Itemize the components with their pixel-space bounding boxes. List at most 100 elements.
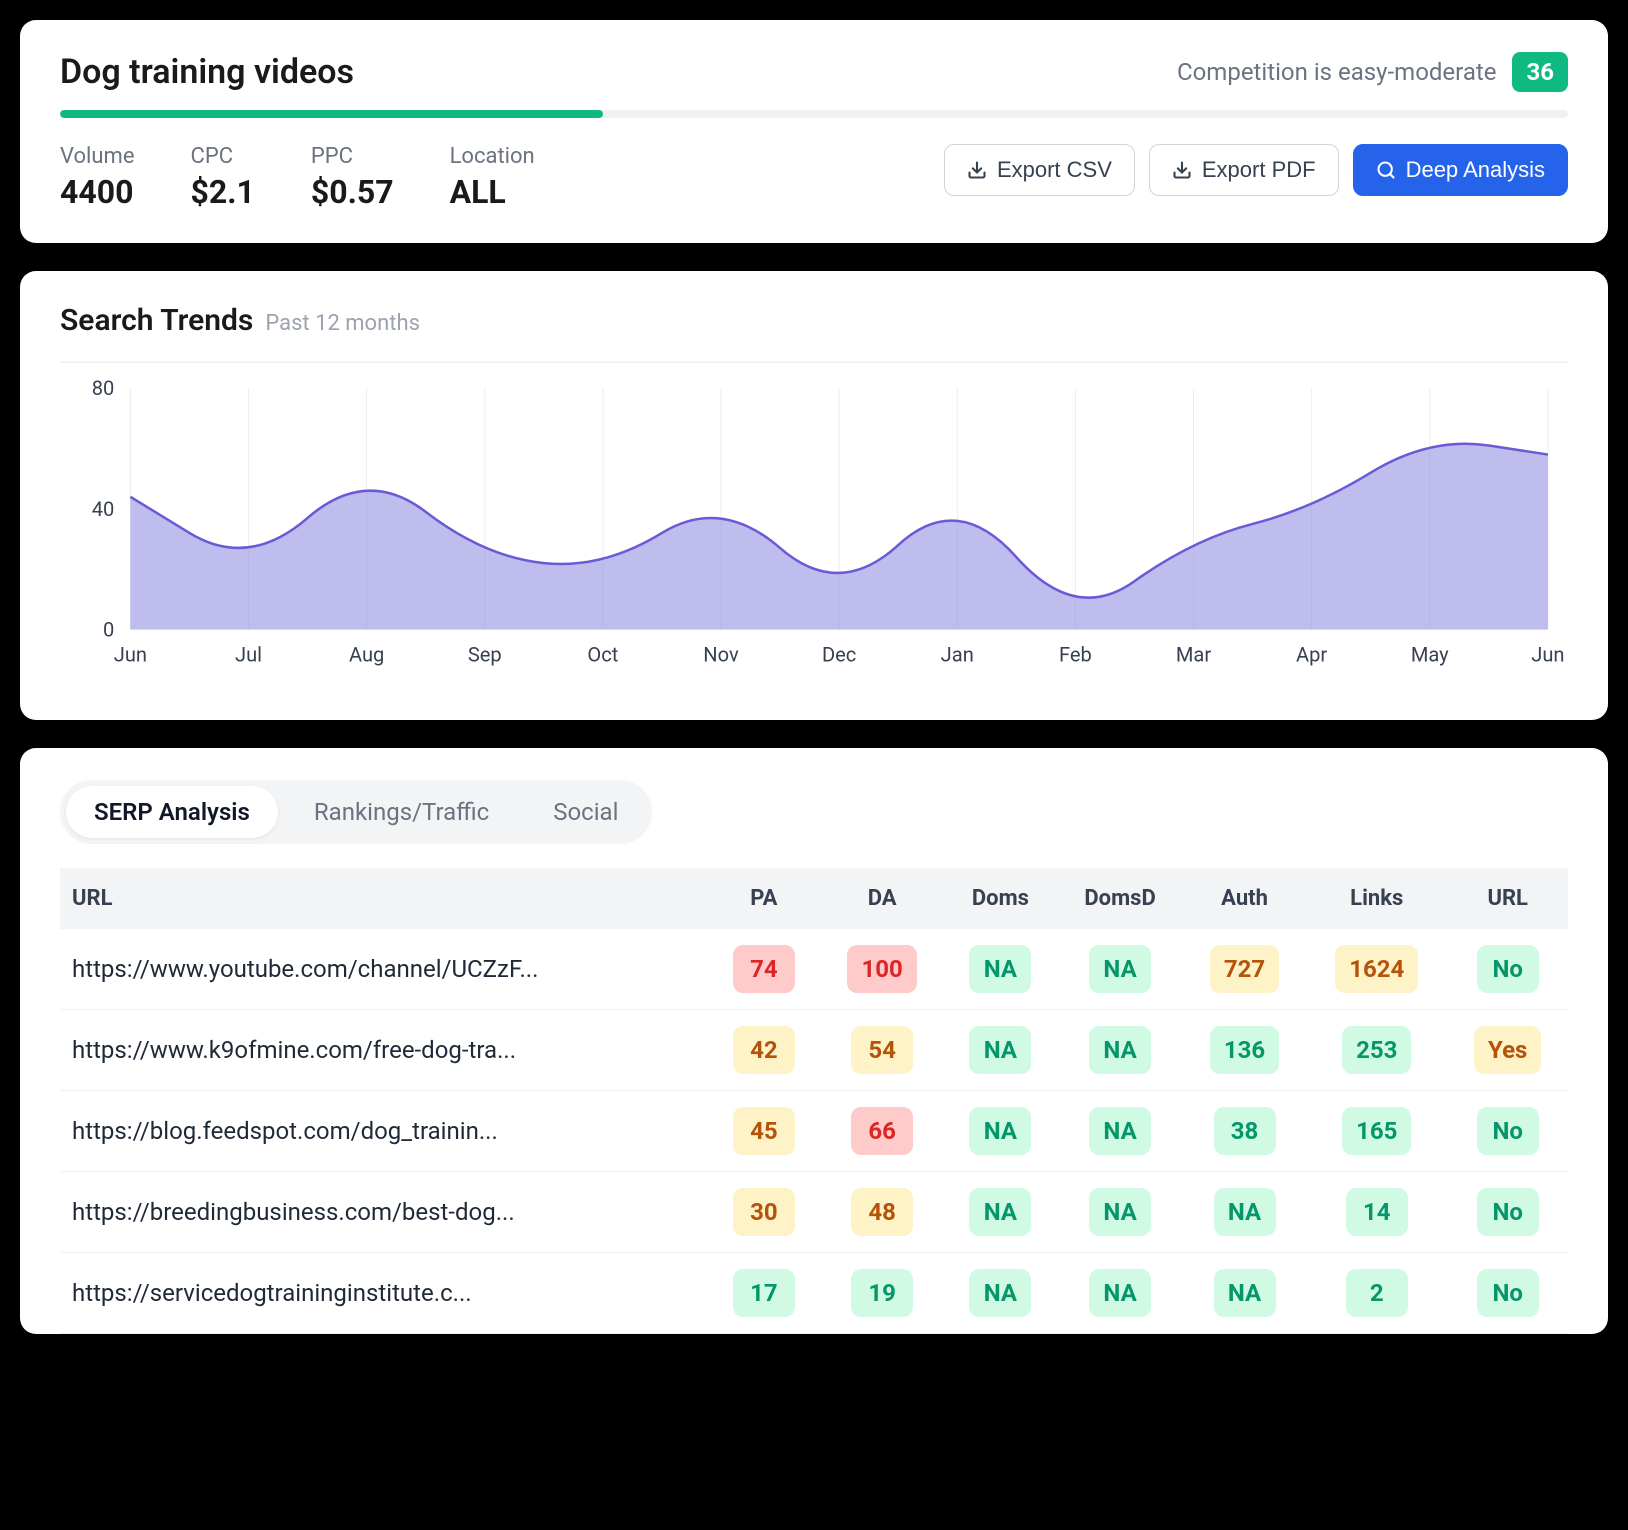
trends-chart-svg: 04080JunJulAugSepOctNovDecJanFebMarAprMa…: [60, 348, 1568, 680]
metric-cell: NA: [944, 929, 1057, 1010]
column-header: Links: [1306, 868, 1447, 929]
analysis-card: SERP AnalysisRankings/TrafficSocial URLP…: [20, 748, 1608, 1334]
summary-card: Dog training videos Competition is easy-…: [20, 20, 1608, 243]
value-pill: 19: [851, 1269, 913, 1317]
deep-analysis-label: Deep Analysis: [1406, 157, 1545, 183]
metric-cell: Yes: [1447, 1009, 1568, 1090]
table-row: https://breedingbusiness.com/best-dog...…: [60, 1171, 1568, 1252]
column-header: DomsD: [1057, 868, 1183, 929]
tab-social[interactable]: Social: [525, 786, 646, 838]
tab-rankings-traffic[interactable]: Rankings/Traffic: [286, 786, 517, 838]
svg-text:Feb: Feb: [1059, 643, 1092, 667]
search-icon: [1376, 160, 1396, 180]
column-header: URL: [1447, 868, 1568, 929]
value-pill: 100: [847, 945, 916, 993]
metric-cell: 48: [821, 1171, 944, 1252]
value-pill: 727: [1210, 945, 1279, 993]
export-csv-button[interactable]: Export CSV: [944, 144, 1135, 196]
metric-label: CPC: [191, 144, 255, 169]
table-row: https://servicedogtraininginstitute.c...…: [60, 1252, 1568, 1333]
column-header: URL: [60, 868, 707, 929]
download-icon: [967, 160, 987, 180]
metric-cell: NA: [1183, 1252, 1306, 1333]
value-pill: 48: [851, 1188, 913, 1236]
value-pill: NA: [969, 1107, 1031, 1155]
metric-cell: NA: [1057, 1171, 1183, 1252]
value-pill: Yes: [1474, 1026, 1541, 1074]
url-cell[interactable]: https://breedingbusiness.com/best-dog...: [60, 1171, 707, 1252]
value-pill: 66: [851, 1107, 913, 1155]
deep-analysis-button[interactable]: Deep Analysis: [1353, 144, 1568, 196]
metric-cell: 19: [821, 1252, 944, 1333]
svg-text:Aug: Aug: [349, 643, 384, 667]
metric: Location ALL: [450, 144, 535, 211]
metric-cell: 54: [821, 1009, 944, 1090]
svg-text:80: 80: [92, 376, 115, 400]
value-pill: 54: [851, 1026, 913, 1074]
value-pill: 14: [1346, 1188, 1408, 1236]
value-pill: NA: [1214, 1188, 1276, 1236]
metric: CPC $2.1: [191, 144, 255, 211]
column-header: Doms: [944, 868, 1057, 929]
svg-text:Jan: Jan: [941, 643, 974, 667]
value-pill: 165: [1342, 1107, 1411, 1155]
trends-chart: 04080JunJulAugSepOctNovDecJanFebMarAprMa…: [60, 348, 1568, 680]
url-cell[interactable]: https://blog.feedspot.com/dog_trainin...: [60, 1090, 707, 1171]
value-pill: 38: [1214, 1107, 1276, 1155]
metric-cell: 1624: [1306, 929, 1447, 1010]
value-pill: NA: [1089, 1269, 1151, 1317]
svg-text:Jun: Jun: [114, 643, 147, 667]
svg-text:Nov: Nov: [703, 643, 739, 667]
summary-header: Dog training videos Competition is easy-…: [60, 52, 1568, 92]
metric-cell: 136: [1183, 1009, 1306, 1090]
tab-serp-analysis[interactable]: SERP Analysis: [66, 786, 278, 838]
metric-cell: NA: [1057, 1009, 1183, 1090]
svg-text:0: 0: [103, 618, 114, 642]
table-row: https://blog.feedspot.com/dog_trainin...…: [60, 1090, 1568, 1171]
url-cell[interactable]: https://www.youtube.com/channel/UCZzF...: [60, 929, 707, 1010]
metric-cell: No: [1447, 929, 1568, 1010]
value-pill: No: [1477, 945, 1539, 993]
value-pill: NA: [1214, 1269, 1276, 1317]
serp-table: URLPADADomsDomsDAuthLinksURL https://www…: [60, 868, 1568, 1334]
svg-text:Oct: Oct: [587, 643, 618, 667]
metric-cell: NA: [944, 1252, 1057, 1333]
metric-value: 4400: [60, 173, 135, 211]
export-pdf-label: Export PDF: [1202, 157, 1316, 183]
metric-cell: NA: [944, 1090, 1057, 1171]
metric-label: PPC: [311, 144, 394, 169]
url-cell[interactable]: https://servicedogtraininginstitute.c...: [60, 1252, 707, 1333]
metric-cell: 74: [707, 929, 820, 1010]
actions: Export CSV Export PDF Deep Analysis: [944, 144, 1568, 196]
svg-text:Apr: Apr: [1296, 643, 1327, 667]
url-cell[interactable]: https://www.k9ofmine.com/free-dog-tra...: [60, 1009, 707, 1090]
metric-cell: 2: [1306, 1252, 1447, 1333]
svg-text:May: May: [1411, 643, 1449, 667]
value-pill: NA: [1089, 1107, 1151, 1155]
value-pill: 1624: [1335, 945, 1418, 993]
value-pill: NA: [1089, 945, 1151, 993]
metric: Volume 4400: [60, 144, 135, 211]
svg-text:Mar: Mar: [1176, 643, 1211, 667]
metric-cell: 30: [707, 1171, 820, 1252]
table-row: https://www.youtube.com/channel/UCZzF...…: [60, 929, 1568, 1010]
trends-subtitle: Past 12 months: [265, 311, 420, 336]
metric-value: $0.57: [311, 173, 394, 211]
competition-progress-track: [60, 110, 1568, 118]
value-pill: 17: [733, 1269, 795, 1317]
metric-cell: NA: [1057, 1090, 1183, 1171]
metric-cell: No: [1447, 1171, 1568, 1252]
metric-cell: 42: [707, 1009, 820, 1090]
value-pill: 45: [733, 1107, 795, 1155]
value-pill: NA: [969, 945, 1031, 993]
value-pill: NA: [969, 1026, 1031, 1074]
metric-label: Volume: [60, 144, 135, 169]
value-pill: 253: [1342, 1026, 1411, 1074]
metric-cell: NA: [944, 1009, 1057, 1090]
metric-cell: NA: [944, 1171, 1057, 1252]
column-header: PA: [707, 868, 820, 929]
export-pdf-button[interactable]: Export PDF: [1149, 144, 1339, 196]
keyword-title: Dog training videos: [60, 52, 354, 92]
metric-cell: 727: [1183, 929, 1306, 1010]
metric-cell: 14: [1306, 1171, 1447, 1252]
